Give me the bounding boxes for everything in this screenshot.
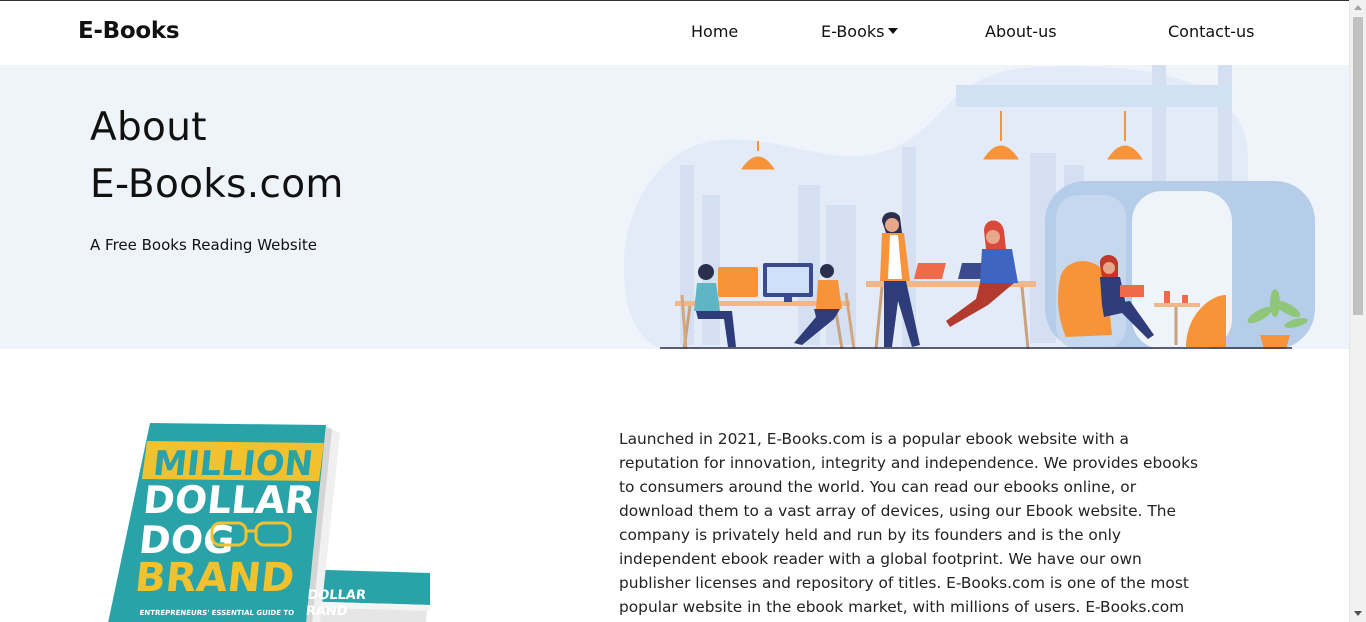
book-title-brand: BRAND: [133, 555, 297, 601]
nav-home-link[interactable]: Home: [691, 22, 738, 41]
page-title-line2: E-Books.com: [90, 162, 344, 207]
nav-ebooks-label: E-Books: [821, 22, 885, 41]
nav-about-link[interactable]: About-us: [985, 22, 1057, 41]
spine-text-rand: RAND: [305, 604, 348, 619]
navbar: E-Books Home E-Books About-us Contact-us: [0, 1, 1349, 65]
vertical-scrollbar[interactable]: [1349, 0, 1366, 622]
arrow-down-icon[interactable]: [1354, 611, 1362, 616]
book-stack-illustration: MILLION DOLLAR DOG BRAND ENTREPRENEURS' …: [108, 423, 430, 622]
about-paragraph: Launched in 2021, E-Books.com is a popul…: [619, 430, 1199, 616]
brand-logo[interactable]: E-Books: [78, 18, 180, 44]
page-title-line1: About: [90, 105, 207, 150]
page: E-Books Home E-Books About-us Contact-us…: [0, 0, 1349, 622]
hero-section: About E-Books.com A Free Books Reading W…: [0, 65, 1349, 349]
hero-subtitle: A Free Books Reading Website: [90, 236, 317, 254]
book-tagline: ENTREPRENEURS' ESSENTIAL GUIDE TO: [139, 608, 294, 617]
spine-text-dollar: DOLLAR: [307, 588, 367, 603]
scroll-thumb[interactable]: [1353, 17, 1363, 315]
arrow-up-icon[interactable]: [1354, 5, 1362, 10]
office-illustration: [623, 65, 1315, 349]
nav-ebooks-dropdown[interactable]: E-Books: [821, 22, 899, 41]
page-title: About E-Books.com: [90, 99, 344, 213]
caret-down-icon: [888, 28, 899, 34]
book-cover-image: MILLION DOLLAR DOG BRAND ENTREPRENEURS' …: [100, 419, 440, 622]
nav-contact-link[interactable]: Contact-us: [1168, 22, 1255, 41]
book-title-dollar: DOLLAR: [141, 478, 317, 522]
